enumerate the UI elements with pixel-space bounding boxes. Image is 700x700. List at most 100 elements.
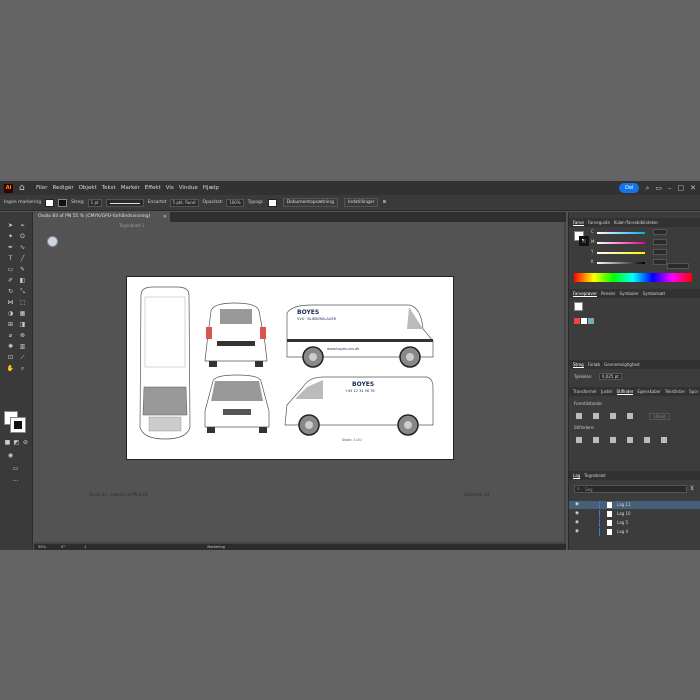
selection-tool-icon[interactable]: ➤ <box>6 221 15 230</box>
symbol-sprayer-tool-icon[interactable]: ✺ <box>6 342 15 351</box>
tab-align[interactable]: Justér <box>601 389 612 394</box>
shape-builder-tool-icon[interactable]: ◑ <box>6 309 15 318</box>
swatch-fill-box[interactable] <box>574 302 583 311</box>
artboard-nav[interactable]: 1 <box>84 544 106 550</box>
curvature-tool-icon[interactable]: ∿ <box>18 243 27 252</box>
fill-swatch[interactable] <box>45 198 55 207</box>
line-tool-icon[interactable]: ╱ <box>18 254 27 263</box>
tab-symbol-sets[interactable]: Symbolsæt <box>643 291 665 296</box>
visibility-eye-icon[interactable]: ◉ <box>575 511 579 516</box>
tab-brushes[interactable]: Pensler <box>601 291 616 296</box>
filter-icon[interactable]: ⊻ <box>690 485 694 492</box>
close-icon[interactable]: ✕ <box>163 212 167 222</box>
mesh-tool-icon[interactable]: ⊞ <box>6 320 15 329</box>
visibility-eye-icon[interactable]: ◉ <box>575 529 579 534</box>
preferences-button[interactable]: Indstillinger <box>343 198 379 207</box>
tab-transparency[interactable]: Gennemsigtighed <box>604 362 639 367</box>
menu-filer[interactable]: Filer <box>36 185 47 191</box>
more-tools-icon[interactable]: ··· <box>11 477 20 486</box>
home-icon[interactable]: ⌂ <box>19 183 31 193</box>
zoom-field[interactable]: 55% <box>38 544 60 550</box>
vertical-scrollbar[interactable] <box>564 222 566 544</box>
visibility-eye-icon[interactable]: ◉ <box>575 520 579 525</box>
menu-vis[interactable]: Vis <box>166 185 174 191</box>
divide-icon[interactable] <box>576 437 582 443</box>
brush-dropdown[interactable]: 5 pkt. Rund <box>169 198 199 207</box>
tab-pathfinder[interactable]: Stifinder <box>616 389 634 395</box>
menu-effekt[interactable]: Effekt <box>145 185 161 191</box>
screen-mode-icon[interactable]: ▭ <box>11 464 20 473</box>
layer-name[interactable]: Lag 11 <box>617 502 631 507</box>
rectangle-tool-icon[interactable]: ▭ <box>6 265 15 274</box>
tab-text-lists[interactable]: Tekstlister <box>665 389 685 394</box>
tab-gradient[interactable]: Forløb <box>588 362 600 367</box>
shaper-tool-icon[interactable]: ✐ <box>6 276 15 285</box>
magenta-value-field[interactable] <box>653 239 667 245</box>
slice-tool-icon[interactable]: ⟋ <box>18 353 27 362</box>
trim-icon[interactable] <box>593 437 599 443</box>
draw-mode-icon[interactable]: ◉ <box>6 451 15 460</box>
menu-objekt[interactable]: Objekt <box>79 185 97 191</box>
tab-trace[interactable]: Spor <box>689 389 698 394</box>
tab-artboards[interactable]: Tegnebræt <box>584 473 605 478</box>
menu-marker[interactable]: Markér <box>121 185 140 191</box>
menu-tekst[interactable]: Tekst <box>102 185 116 191</box>
cyan-value-field[interactable] <box>653 229 667 235</box>
paintbrush-tool-icon[interactable]: ✎ <box>18 265 27 274</box>
maximize-icon[interactable]: □ <box>678 184 685 192</box>
zoom-tool-icon[interactable]: ⌕ <box>18 364 27 373</box>
cyan-slider[interactable]: C <box>591 229 667 235</box>
tab-color[interactable]: Farve <box>573 220 584 226</box>
pen-tool-icon[interactable]: ✒ <box>6 243 15 252</box>
artboard-tool-icon[interactable]: ⊡ <box>6 353 15 362</box>
rotate-tool-icon[interactable]: ↻ <box>6 287 15 296</box>
gradient-mode-icon[interactable]: ◩ <box>12 438 21 447</box>
stroke-swatch[interactable] <box>58 198 68 207</box>
minus-back-icon[interactable] <box>661 437 667 443</box>
outline-icon[interactable] <box>644 437 650 443</box>
tab-swatches[interactable]: Farveprøver <box>573 291 597 297</box>
tab-color-guide[interactable]: Farveguide <box>588 220 610 225</box>
layer-row[interactable]: ◉ Lag 5 <box>569 519 700 527</box>
black-track[interactable] <box>597 262 645 264</box>
cyan-track[interactable] <box>597 232 645 234</box>
magic-wand-tool-icon[interactable]: ✦ <box>6 232 15 241</box>
opacity-field[interactable]: 100% <box>226 198 244 207</box>
menu-hjaelp[interactable]: Hjælp <box>203 185 219 191</box>
color-stroke-box[interactable] <box>579 236 589 246</box>
layer-row[interactable]: ◉ Lag 4 <box>569 528 700 536</box>
gradient-tool-icon[interactable]: ◨ <box>18 320 27 329</box>
arrange-icon[interactable]: ⊞ <box>382 200 386 205</box>
black-slider[interactable]: K <box>591 259 667 265</box>
layer-name[interactable]: Lag 10 <box>617 511 631 516</box>
close-icon[interactable]: ✕ <box>690 184 696 192</box>
tab-properties[interactable]: Egenskaber <box>637 389 661 394</box>
type-tool-icon[interactable]: T <box>6 254 15 263</box>
menu-rediger[interactable]: Redigér <box>52 185 73 191</box>
canvas[interactable]: Tegnebræt 1 BOYES VVS · BLIKKENSLAGER ww… <box>34 222 566 544</box>
width-tool-icon[interactable]: ⋈ <box>6 298 15 307</box>
exclude-icon[interactable] <box>627 413 633 419</box>
expand-button[interactable]: Udvid <box>649 413 671 420</box>
black-value-field[interactable] <box>653 259 667 265</box>
layer-name[interactable]: Lag 5 <box>617 520 628 525</box>
perspective-grid-tool-icon[interactable]: ▦ <box>18 309 27 318</box>
eyedropper-tool-icon[interactable]: ⌀ <box>6 331 15 340</box>
layer-row[interactable]: ◉ Lag 11 <box>569 501 700 509</box>
none-mode-icon[interactable]: ⊘ <box>21 438 30 447</box>
document-setup-button[interactable]: Dokumentopsætning <box>282 198 338 207</box>
blend-tool-icon[interactable]: ⊗ <box>18 331 27 340</box>
tab-stroke[interactable]: Streg <box>573 362 584 368</box>
hand-tool-icon[interactable]: ✋ <box>6 364 15 373</box>
intersect-icon[interactable] <box>610 413 616 419</box>
hex-field[interactable] <box>667 263 689 269</box>
color-spectrum[interactable] <box>574 273 692 282</box>
share-button[interactable]: Del <box>619 183 640 193</box>
layer-row[interactable]: ◉ Lag 10 <box>569 510 700 518</box>
eraser-tool-icon[interactable]: ◧ <box>18 276 27 285</box>
stroke-color-box[interactable] <box>10 417 26 433</box>
unite-icon[interactable] <box>576 413 582 419</box>
style-swatch[interactable] <box>267 198 277 207</box>
crop-icon[interactable] <box>627 437 633 443</box>
minus-front-icon[interactable] <box>593 413 599 419</box>
